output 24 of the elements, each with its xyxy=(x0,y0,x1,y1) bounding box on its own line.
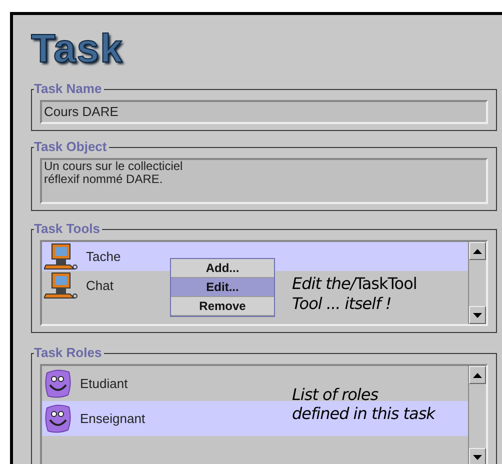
computer-icon xyxy=(44,272,78,300)
list-item-label: Enseignant xyxy=(80,410,146,428)
computer-icon xyxy=(44,242,78,270)
scroll-down-arrow-icon[interactable] xyxy=(473,312,482,318)
scrollbar[interactable] xyxy=(468,366,486,464)
scroll-up-arrow-icon[interactable] xyxy=(473,248,482,254)
annotation-text: List of roles defined in this task xyxy=(292,385,435,423)
logo: Task xyxy=(31,29,124,69)
smiley-icon xyxy=(44,404,72,434)
list-item-label: Etudiant xyxy=(80,374,128,393)
menu-item[interactable]: Remove xyxy=(171,297,274,316)
list-item[interactable]: Chat xyxy=(42,271,164,300)
list-item-label: Chat xyxy=(86,276,114,295)
menu-item[interactable]: Edit... xyxy=(171,278,274,297)
list-item[interactable]: Etudiant xyxy=(42,366,164,401)
task-name-field[interactable]: Cours DARE xyxy=(40,100,488,124)
scroll-down-arrow-icon[interactable] xyxy=(473,454,482,460)
smiley-icon xyxy=(44,368,72,398)
annotation-text: Edit the/TaskTool Tool ... itself ! xyxy=(292,274,417,314)
list-item-label: Tache xyxy=(86,248,121,266)
task-object-field[interactable]: Un cours sur le collecticiel réflexif nommé DARE. xyxy=(40,158,488,204)
group-legend: Task Object xyxy=(34,139,109,155)
scroll-up-arrow-icon[interactable] xyxy=(473,372,482,378)
scrollbar[interactable] xyxy=(468,242,486,324)
